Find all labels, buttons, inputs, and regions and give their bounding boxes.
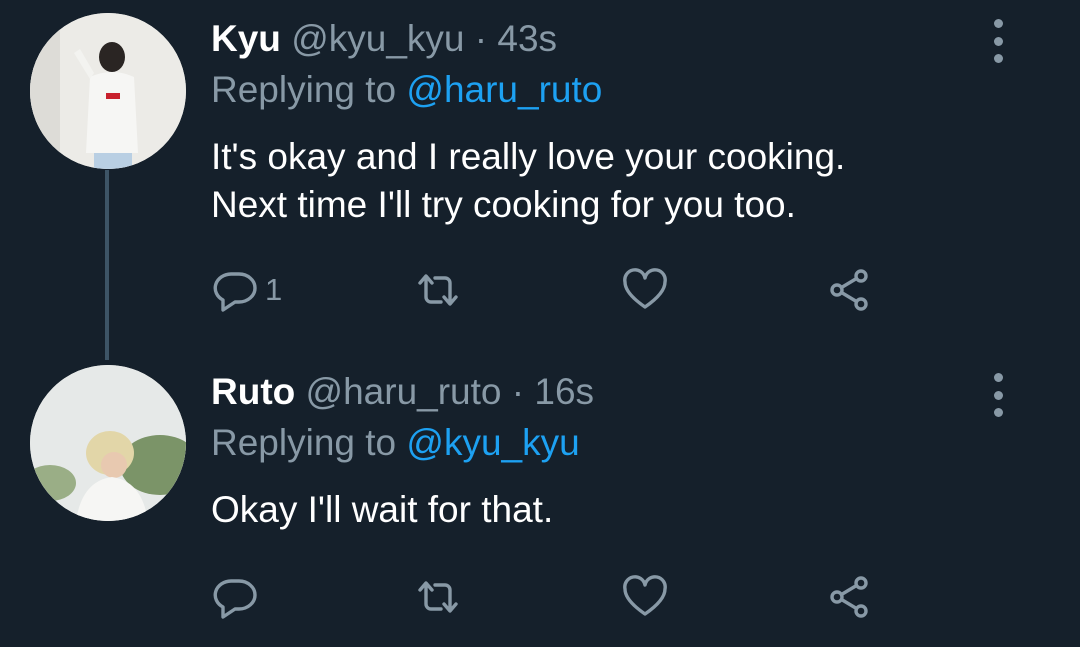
more-options-icon[interactable] <box>986 19 1010 63</box>
reply-icon <box>213 579 257 619</box>
replying-to-line: Replying to @kyu_kyu <box>211 421 580 465</box>
share-icon <box>830 576 868 618</box>
display-name[interactable]: Ruto <box>211 371 295 412</box>
user-handle[interactable]: @haru_ruto <box>306 371 502 412</box>
tweet-actions: 1 <box>211 265 891 315</box>
avatar-kyu[interactable] <box>30 13 186 169</box>
avatar-ruto[interactable] <box>30 365 186 521</box>
tweet-header: Kyu @kyu_kyu · 43s <box>211 17 557 61</box>
tweet-actions <box>211 572 891 622</box>
retweet-icon <box>418 274 458 306</box>
reply-button[interactable] <box>211 572 265 622</box>
avatar-kyu-image <box>30 13 186 169</box>
tweet-text-line: Next time I'll try cooking for you too. <box>211 184 796 225</box>
tweet-kyu[interactable]: Kyu @kyu_kyu · 43s Replying to @haru_rut… <box>0 0 1080 360</box>
retweet-button[interactable] <box>414 572 462 622</box>
replying-to-mention[interactable]: @haru_ruto <box>406 69 602 110</box>
user-handle[interactable]: @kyu_kyu <box>291 18 464 59</box>
tweet-text: Okay I'll wait for that. <box>211 486 553 534</box>
like-icon <box>623 268 667 309</box>
like-button[interactable] <box>621 265 669 315</box>
replying-to-label: Replying to <box>211 69 397 110</box>
reply-count: 1 <box>265 272 283 307</box>
meta-separator: · <box>511 371 525 412</box>
more-options-icon[interactable] <box>986 373 1010 417</box>
thread-connector-line <box>105 170 109 360</box>
share-icon <box>830 269 868 311</box>
share-button[interactable] <box>825 572 873 622</box>
tweet-text: It's okay and I really love your cooking… <box>211 133 845 229</box>
replying-to-line: Replying to @haru_ruto <box>211 68 602 112</box>
replying-to-mention[interactable]: @kyu_kyu <box>406 422 579 463</box>
like-button[interactable] <box>621 572 669 622</box>
retweet-button[interactable] <box>414 265 462 315</box>
timestamp[interactable]: 16s <box>534 371 594 412</box>
tweet-text-line: It's okay and I really love your cooking… <box>211 136 846 177</box>
display-name[interactable]: Kyu <box>211 18 281 59</box>
reply-button[interactable]: 1 <box>211 265 282 315</box>
like-icon <box>623 575 667 616</box>
replying-to-label: Replying to <box>211 422 397 463</box>
avatar-ruto-image <box>30 365 186 521</box>
share-button[interactable] <box>825 265 873 315</box>
tweet-text-line: Okay I'll wait for that. <box>211 489 554 530</box>
tweet-ruto[interactable]: Ruto @haru_ruto · 16s Replying to @kyu_k… <box>0 360 1080 647</box>
retweet-icon <box>418 581 458 613</box>
timestamp[interactable]: 43s <box>497 18 557 59</box>
reply-icon <box>213 272 257 312</box>
meta-separator: · <box>474 18 488 59</box>
tweet-header: Ruto @haru_ruto · 16s <box>211 370 594 414</box>
